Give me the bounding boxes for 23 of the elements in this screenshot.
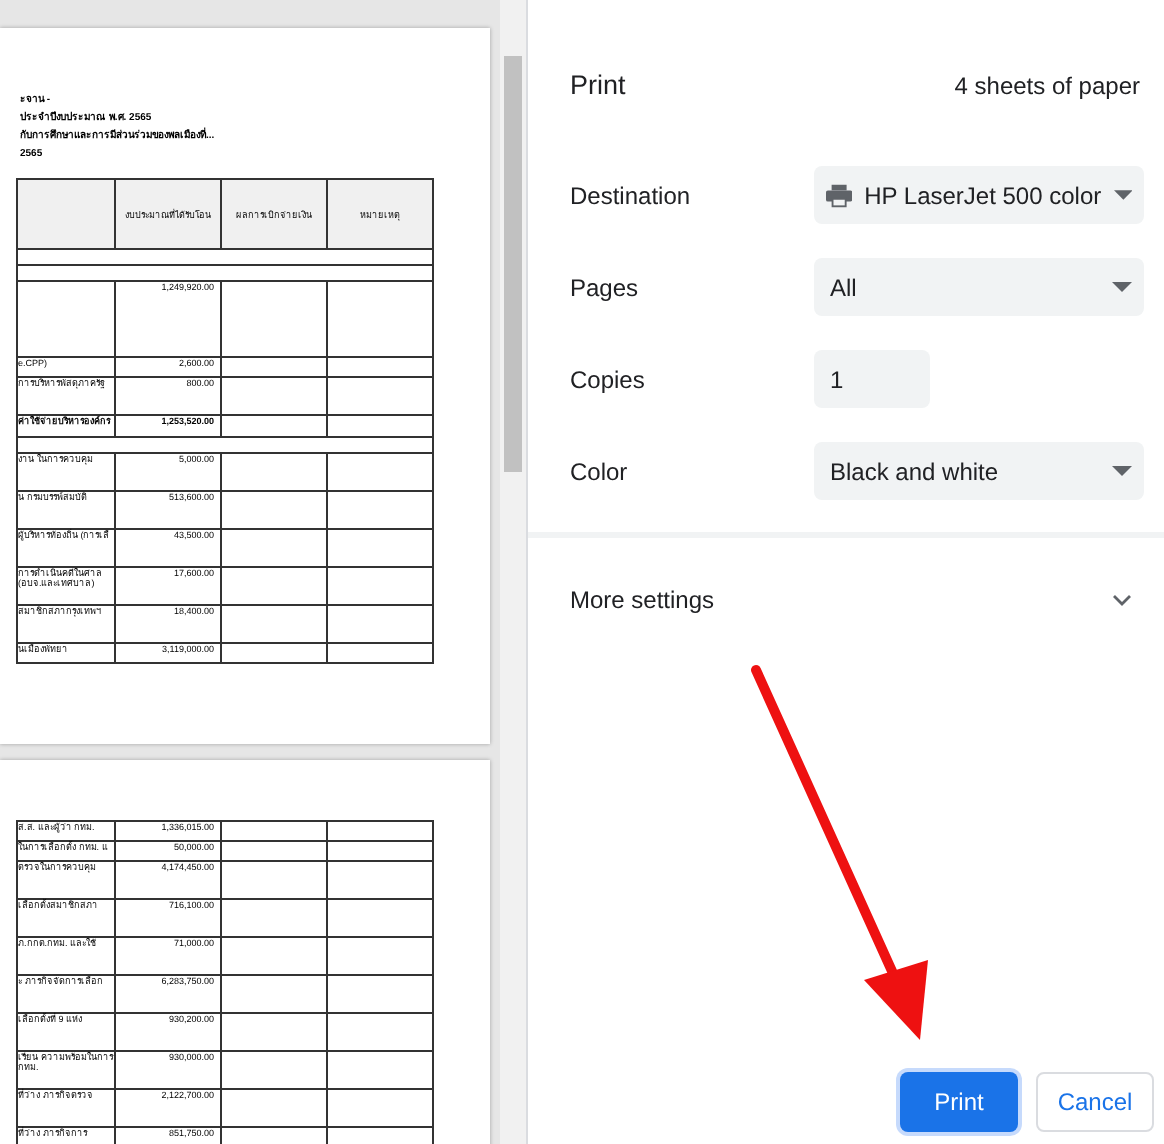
select-value: All xyxy=(830,271,859,306)
dropdown-select[interactable]: Black and white xyxy=(814,442,1144,501)
chevron-icon xyxy=(1112,594,1132,607)
scrollbar[interactable] xyxy=(500,0,526,1144)
print-button[interactable]: Print xyxy=(900,1072,1018,1132)
destination-select[interactable]: HP LaserJet 500 color xyxy=(814,166,1144,225)
column-header xyxy=(17,179,115,249)
copies-field[interactable]: 1 xyxy=(814,350,930,409)
more-settings-toggle[interactable]: More settings xyxy=(528,538,1164,663)
setting-label: Pages xyxy=(570,271,641,306)
dropdown-select[interactable]: All xyxy=(814,258,1144,317)
dropdown-caret-icon xyxy=(1112,282,1132,293)
select-value: Black and white xyxy=(830,455,1001,490)
destination-value: HP LaserJet 500 color xyxy=(864,179,1102,214)
sheet-count: 4 sheets of paper xyxy=(954,70,1140,105)
setting-label: Destination xyxy=(570,179,693,214)
setting-label: Copies xyxy=(570,363,647,398)
dropdown-caret-icon xyxy=(1113,190,1132,201)
dialog-title: Print xyxy=(570,68,626,104)
dropdown-caret-icon xyxy=(1112,466,1132,477)
printer-icon xyxy=(826,183,853,208)
setting-label: Color xyxy=(570,455,630,490)
cancel-button[interactable]: Cancel xyxy=(1036,1072,1154,1132)
